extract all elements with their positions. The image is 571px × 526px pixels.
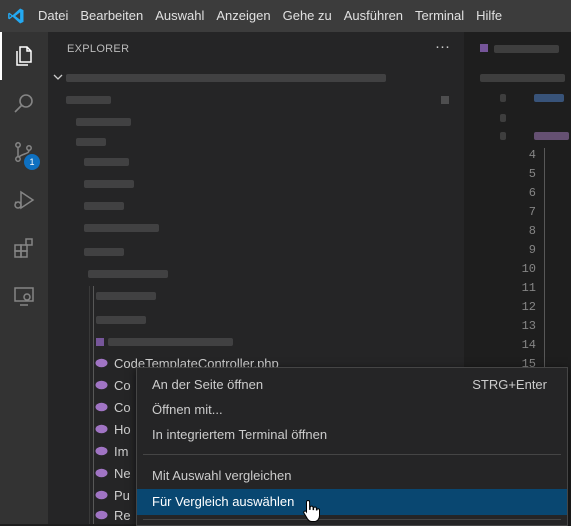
blurred-tree-row[interactable] bbox=[96, 316, 146, 324]
blurred-code-line bbox=[500, 94, 506, 102]
line-number: 10 bbox=[521, 262, 536, 276]
blurred-code-line bbox=[534, 94, 564, 102]
menu-ausfuehren[interactable]: Ausführen bbox=[338, 0, 409, 32]
menu-item-shortcut: STRG+Enter bbox=[472, 377, 547, 392]
hand-cursor-icon bbox=[303, 499, 320, 522]
line-number: 13 bbox=[521, 319, 536, 333]
blurred-tree-row[interactable] bbox=[76, 118, 131, 126]
line-number: 7 bbox=[528, 205, 536, 219]
file-name: Ho bbox=[114, 422, 131, 437]
menu-anzeigen[interactable]: Anzeigen bbox=[210, 0, 276, 32]
menu-bar: Datei Bearbeiten Auswahl Anzeigen Gehe z… bbox=[0, 0, 571, 32]
menu-item-label: Für Vergleich auswählen bbox=[152, 494, 295, 509]
file-name: Co bbox=[114, 400, 131, 415]
php-elephant-icon bbox=[95, 402, 108, 412]
blurred-tree-row[interactable] bbox=[88, 270, 168, 278]
php-elephant-icon bbox=[95, 424, 108, 434]
file-name: Ne bbox=[114, 466, 131, 481]
explorer-title: EXPLORER bbox=[67, 43, 130, 55]
line-number: 5 bbox=[528, 167, 536, 181]
activity-bar: 1 bbox=[0, 32, 48, 524]
menu-bearbeiten[interactable]: Bearbeiten bbox=[74, 0, 149, 32]
menu-open-with[interactable]: Öffnen mit... bbox=[137, 397, 567, 423]
tab-file-icon bbox=[480, 44, 488, 52]
source-control-icon[interactable]: 1 bbox=[0, 128, 48, 176]
menu-open-to-side[interactable]: An der Seite öffnen STRG+Enter bbox=[137, 372, 567, 398]
run-debug-icon[interactable] bbox=[0, 176, 48, 224]
menu-separator bbox=[143, 519, 561, 520]
php-elephant-icon bbox=[95, 358, 108, 368]
more-actions-icon[interactable]: ··· bbox=[435, 38, 450, 55]
blurred-tree-icon bbox=[441, 96, 449, 104]
blurred-code-line bbox=[534, 132, 569, 140]
blurred-tree-row[interactable] bbox=[66, 96, 111, 104]
code-indent-guide bbox=[544, 148, 545, 378]
menu-open-in-terminal[interactable]: In integriertem Terminal öffnen bbox=[137, 422, 567, 448]
line-number: 8 bbox=[528, 224, 536, 238]
menu-item-label: Mit Auswahl vergleichen bbox=[152, 468, 292, 483]
line-number: 4 bbox=[528, 148, 536, 162]
line-number: 14 bbox=[521, 338, 536, 352]
editor-tab[interactable] bbox=[464, 32, 571, 67]
extensions-icon[interactable] bbox=[0, 224, 48, 272]
menu-compare-with-selected[interactable]: Mit Auswahl vergleichen bbox=[137, 463, 567, 489]
line-number: 6 bbox=[528, 186, 536, 200]
blurred-tree-row[interactable] bbox=[76, 138, 106, 146]
blurred-tree-row[interactable] bbox=[108, 338, 233, 346]
blurred-breadcrumb bbox=[480, 74, 565, 82]
blurred-tab-label bbox=[494, 45, 559, 53]
menu-datei[interactable]: Datei bbox=[32, 0, 74, 32]
menu-gehe-zu[interactable]: Gehe zu bbox=[277, 0, 338, 32]
line-number: 12 bbox=[521, 300, 536, 314]
blurred-code-line bbox=[500, 132, 506, 140]
menu-item-label: Öffnen mit... bbox=[152, 402, 223, 417]
line-number: 9 bbox=[528, 243, 536, 257]
php-elephant-icon bbox=[95, 446, 108, 456]
search-icon[interactable] bbox=[0, 80, 48, 128]
blurred-tree-row[interactable] bbox=[84, 248, 124, 256]
editor-tabs bbox=[464, 32, 571, 67]
file-name: Pu bbox=[114, 488, 130, 503]
menu-terminal[interactable]: Terminal bbox=[409, 0, 470, 32]
php-elephant-icon bbox=[95, 380, 108, 390]
line-number: 11 bbox=[521, 281, 536, 295]
blurred-file-icon bbox=[96, 338, 104, 346]
menu-hilfe[interactable]: Hilfe bbox=[470, 0, 508, 32]
scm-badge: 1 bbox=[24, 154, 40, 170]
context-menu: An der Seite öffnen STRG+Enter Öffnen mi… bbox=[136, 367, 568, 526]
blurred-tree-row[interactable] bbox=[84, 180, 134, 188]
blurred-root-folder[interactable] bbox=[66, 74, 386, 82]
php-elephant-icon bbox=[95, 468, 108, 478]
file-name: Re bbox=[114, 508, 131, 523]
blurred-tree-row[interactable] bbox=[96, 292, 156, 300]
files-icon[interactable] bbox=[0, 32, 48, 80]
blurred-tree-row[interactable] bbox=[84, 224, 159, 232]
vscode-logo-icon[interactable] bbox=[0, 0, 32, 32]
file-name: Co bbox=[114, 378, 131, 393]
menu-item-label: In integriertem Terminal öffnen bbox=[152, 427, 328, 442]
blurred-tree-row[interactable] bbox=[84, 202, 124, 210]
menu-item-label: An der Seite öffnen bbox=[152, 377, 264, 392]
menu-select-for-compare[interactable]: Für Vergleich auswählen bbox=[137, 489, 567, 515]
menu-separator bbox=[143, 454, 561, 455]
php-elephant-icon bbox=[95, 490, 108, 500]
blurred-code-line bbox=[500, 114, 506, 122]
chevron-down-icon[interactable] bbox=[53, 72, 63, 82]
remote-explorer-icon[interactable] bbox=[0, 272, 48, 320]
file-name: Im bbox=[114, 444, 129, 459]
blurred-tree-row[interactable] bbox=[84, 158, 129, 166]
menu-auswahl[interactable]: Auswahl bbox=[149, 0, 210, 32]
php-elephant-icon bbox=[95, 510, 108, 520]
